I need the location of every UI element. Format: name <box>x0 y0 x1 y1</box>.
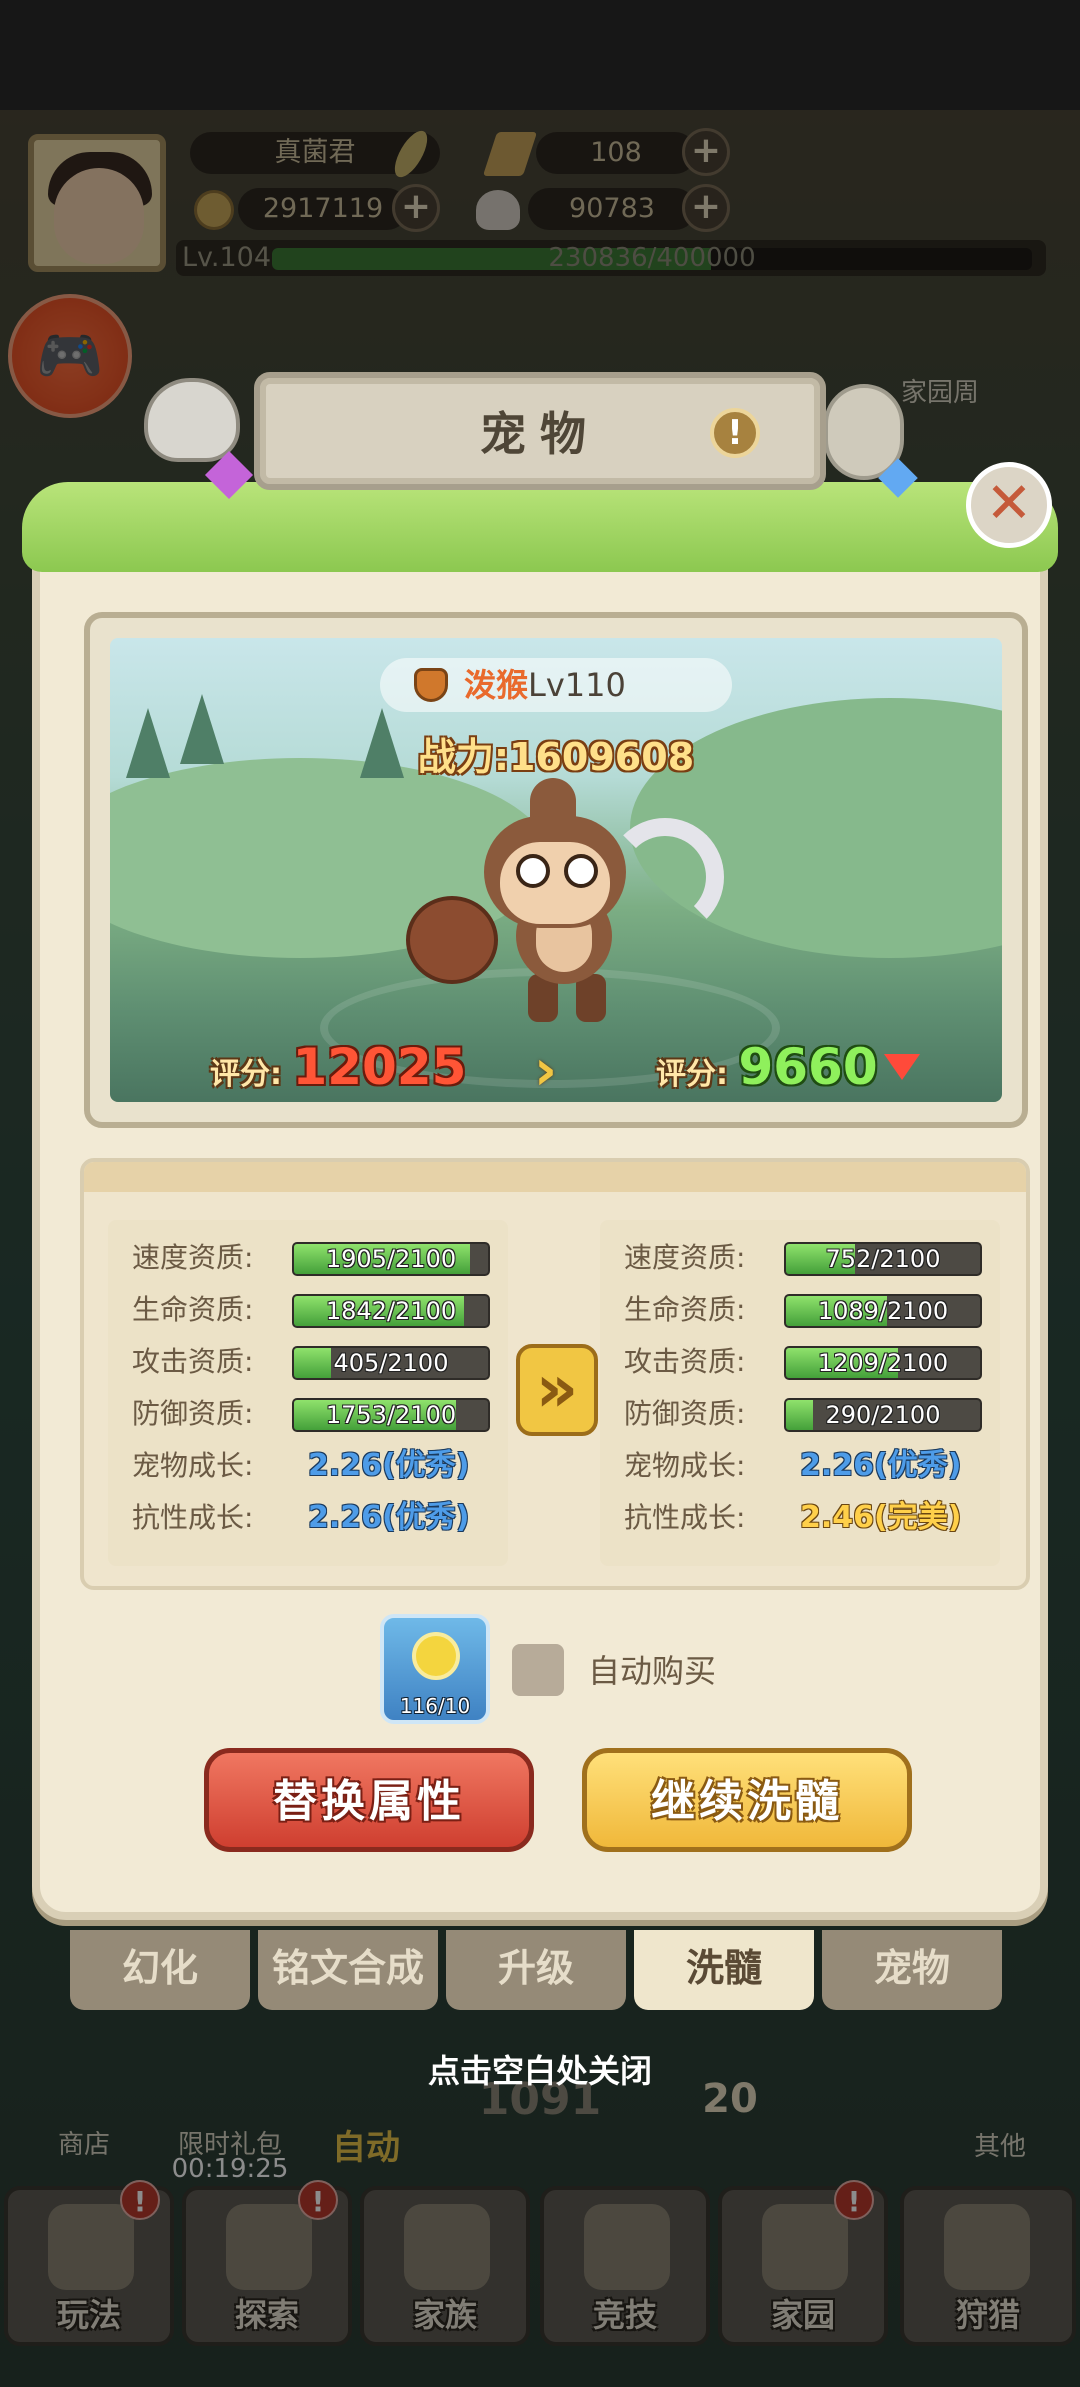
stat-value: 752/2100 <box>825 1245 941 1273</box>
replace-attributes-button[interactable]: 替换属性 <box>204 1748 534 1852</box>
stat-bar: 1753/2100 <box>292 1398 490 1432</box>
score-current-value: 12025 <box>292 1038 467 1096</box>
growth-label: 抗性成长: <box>132 1501 254 1534</box>
score-new-value: 9660 <box>738 1038 878 1096</box>
grass-trim <box>22 482 1058 572</box>
tab-transform[interactable]: 幻化 <box>70 1930 250 2010</box>
stat-bar: 752/2100 <box>784 1242 982 1276</box>
panel-title-plate: 宠物 ! <box>254 372 826 490</box>
paw-icon <box>414 668 448 702</box>
pet-tabs: 幻化 铭文合成 升级 洗髓 宠物 <box>70 1930 1010 2010</box>
stat-label: 防御资质: <box>132 1397 254 1430</box>
stats-new-column: 速度资质: 752/2100 生命资质: 1089/2100 攻击资质: 1209/210… <box>600 1220 1000 1566</box>
stat-label: 速度资质: <box>624 1241 746 1274</box>
power-value: 1609608 <box>509 735 695 779</box>
pet-preview-scene: 泼猴Lv110 战力:1609608 评分: 12025 › 评分: 9660 <box>110 638 1002 1102</box>
stat-row: 速度资质: 752/2100 <box>624 1238 984 1278</box>
stat-row: 攻击资质: 1209/2100 <box>624 1342 984 1382</box>
growth-row: 宠物成长: 2.26(优秀) <box>132 1446 492 1486</box>
arrow-right-icon: » <box>516 1344 598 1436</box>
stat-label: 生命资质: <box>624 1293 746 1326</box>
growth-value: 2.26(优秀) <box>308 1500 470 1535</box>
pet-preview-frame: 泼猴Lv110 战力:1609608 评分: 12025 › 评分: 9660 <box>84 612 1028 1128</box>
boar-decoration <box>144 378 240 462</box>
flower-icon <box>412 1632 460 1680</box>
growth-row: 宠物成长: 2.26(优秀) <box>624 1446 984 1486</box>
stat-bar: 405/2100 <box>292 1346 490 1380</box>
growth-row: 抗性成长: 2.26(优秀) <box>132 1498 492 1538</box>
stat-row: 速度资质: 1905/2100 <box>132 1238 492 1278</box>
stat-row: 生命资质: 1089/2100 <box>624 1290 984 1330</box>
growth-row: 抗性成长: 2.46(完美) <box>624 1498 984 1538</box>
continue-wash-button[interactable]: 继续洗髓 <box>582 1748 912 1852</box>
power-label: 战力: <box>417 735 510 779</box>
pet-name-banner: 泼猴Lv110 <box>380 658 732 712</box>
growth-label: 宠物成长: <box>132 1449 254 1482</box>
score-label: 评分: <box>656 1057 728 1092</box>
close-icon[interactable]: ✕ <box>966 462 1052 548</box>
close-hint[interactable]: 点击空白处关闭 <box>0 2046 1080 2092</box>
monkey-pet <box>406 778 726 1028</box>
stat-value: 1209/2100 <box>817 1349 949 1377</box>
auto-buy-checkbox[interactable] <box>512 1644 564 1696</box>
stat-bar: 290/2100 <box>784 1398 982 1432</box>
growth-value: 2.26(优秀) <box>800 1448 962 1483</box>
growth-label: 抗性成长: <box>624 1501 746 1534</box>
stat-row: 防御资质: 290/2100 <box>624 1394 984 1434</box>
stat-row: 攻击资质: 405/2100 <box>132 1342 492 1382</box>
stat-value: 1089/2100 <box>817 1297 949 1325</box>
stat-value: 1905/2100 <box>325 1245 457 1273</box>
stat-value: 1842/2100 <box>325 1297 457 1325</box>
tab-pet[interactable]: 宠物 <box>822 1930 1002 2010</box>
stats-current-column: 速度资质: 1905/2100 生命资质: 1842/2100 攻击资质: 405/210… <box>108 1220 508 1566</box>
score-new: 评分: 9660 <box>656 1038 920 1096</box>
stat-value: 405/2100 <box>333 1349 449 1377</box>
growth-value: 2.46(完美) <box>800 1500 962 1535</box>
growth-label: 宠物成长: <box>624 1449 746 1482</box>
stat-label: 速度资质: <box>132 1241 254 1274</box>
stat-bar: 1209/2100 <box>784 1346 982 1380</box>
stat-bar: 1905/2100 <box>292 1242 490 1276</box>
tab-inscription[interactable]: 铭文合成 <box>258 1930 438 2010</box>
score-label: 评分: <box>210 1057 282 1092</box>
down-arrow-icon <box>883 1054 920 1080</box>
wash-item-slot[interactable]: 116/10 <box>380 1614 490 1724</box>
close-hint-text: 点击空白处关闭 <box>427 2052 652 2090</box>
auto-buy-label: 自动购买 <box>588 1652 717 1690</box>
pet-level: Lv110 <box>528 666 626 704</box>
stat-row: 生命资质: 1842/2100 <box>132 1290 492 1330</box>
stat-label: 生命资质: <box>132 1293 254 1326</box>
stat-label: 攻击资质: <box>624 1345 746 1378</box>
tab-upgrade[interactable]: 升级 <box>446 1930 626 2010</box>
growth-value: 2.26(优秀) <box>308 1448 470 1483</box>
stat-value: 290/2100 <box>825 1401 941 1429</box>
score-current: 评分: 12025 <box>210 1038 466 1096</box>
stat-bar: 1089/2100 <box>784 1294 982 1328</box>
tab-wash[interactable]: 洗髓 <box>634 1930 814 2010</box>
pet-name: 泼猴 <box>464 666 529 704</box>
stat-row: 防御资质: 1753/2100 <box>132 1394 492 1434</box>
item-count: 116/10 <box>399 1694 471 1718</box>
stat-label: 攻击资质: <box>132 1345 254 1378</box>
arrow-right-icon: › <box>534 1038 558 1102</box>
pet-power: 战力:1609608 <box>110 726 1002 781</box>
stat-bar: 1842/2100 <box>292 1294 490 1328</box>
stats-compare-box: 速度资质: 1905/2100 生命资质: 1842/2100 攻击资质: 405/210… <box>80 1158 1030 1590</box>
stat-value: 1753/2100 <box>325 1401 457 1429</box>
stat-label: 防御资质: <box>624 1397 746 1430</box>
info-icon[interactable]: ! <box>710 408 760 458</box>
